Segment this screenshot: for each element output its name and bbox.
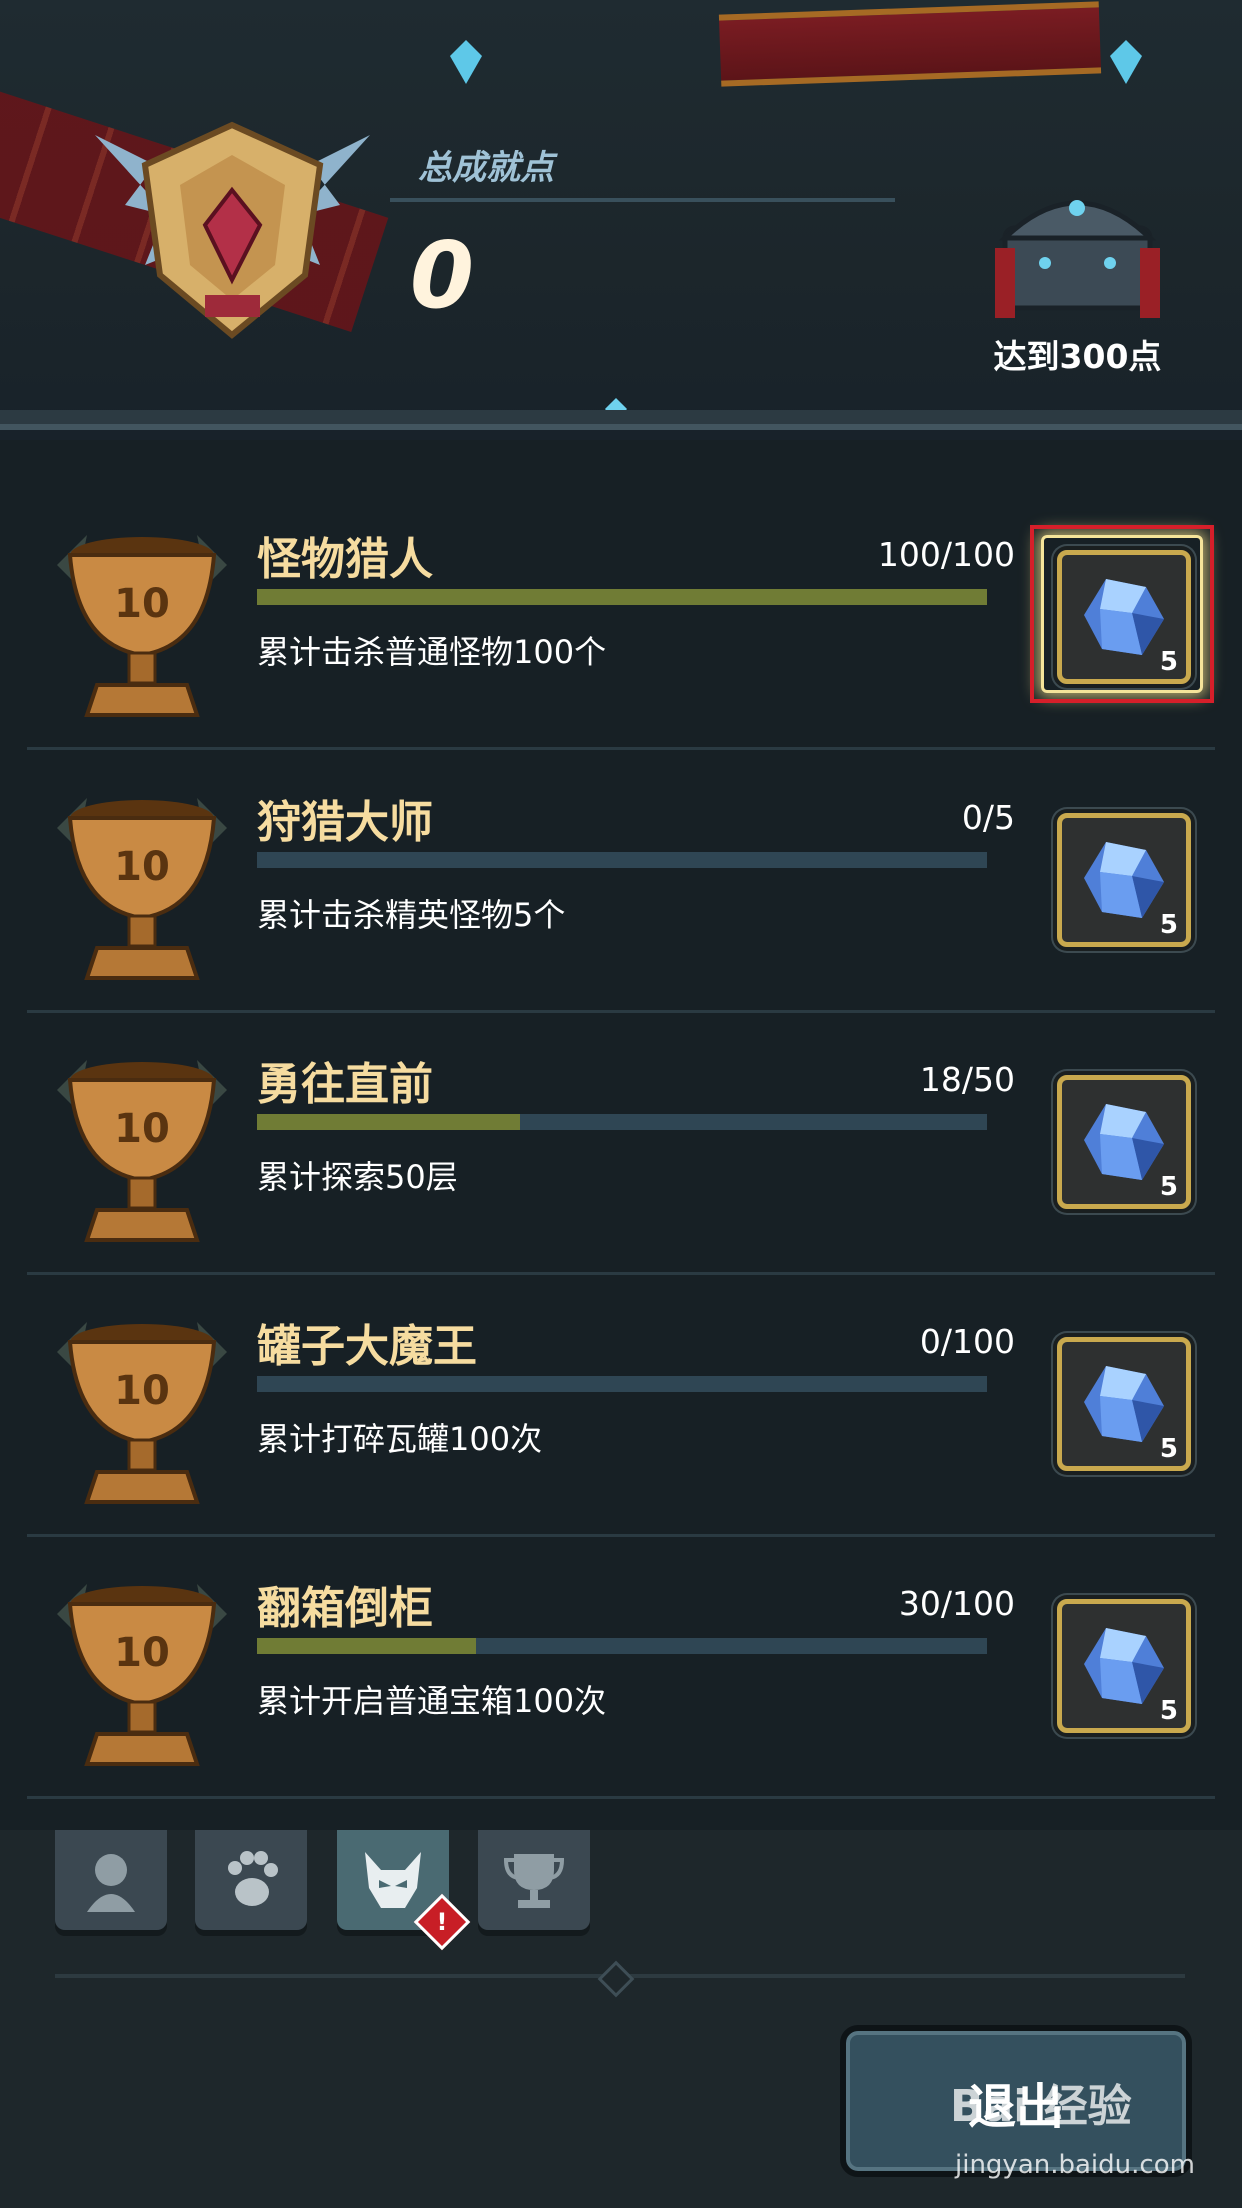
achievement-title: 怪物猎人 [257,534,433,585]
achievement-progress-bar [257,589,987,605]
achievement-title: 狩猎大师 [257,797,433,848]
crystal-icon [450,40,482,84]
blue-gem-icon [1084,1366,1164,1442]
header-frame-border [0,410,1242,430]
total-points-divider [390,198,895,202]
achievement-progress-text: 0/100 [919,1322,1015,1361]
paw-icon [228,1851,278,1906]
bronze-cup-icon: 10 [57,798,227,980]
achievement-description: 累计开启普通宝箱100次 [257,1682,607,1720]
reward-claim-button[interactable]: 5 [1057,1599,1191,1733]
bronze-cup-icon: 10 [57,535,227,717]
progress-bar-fill [257,589,987,605]
achievement-row: 10 翻箱倒柜 30/100 累计开启普通宝箱100次 5 [27,1534,1215,1799]
achievement-progress-bar [257,1638,987,1654]
reward-count: 5 [1159,1172,1178,1202]
achievement-row: 10 狩猎大师 0/5 累计击杀精英怪物5个 5 [27,748,1215,1013]
character-icon [87,1854,135,1912]
crystal-icon [1110,40,1142,84]
reward-claim-button[interactable]: 5 [1057,1075,1191,1209]
header-banner-top [718,1,1102,87]
cup-value: 10 [114,1630,170,1676]
progress-bar-fill [257,1638,476,1654]
bronze-cup-icon: 10 [57,1322,227,1504]
bronze-cup-icon: 10 [57,1584,227,1766]
achievement-progress-bar [257,1114,987,1130]
achievement-progress-text: 100/100 [877,535,1015,574]
tab-character[interactable] [55,1830,167,1930]
total-points-label: 总成就点 [418,148,554,188]
cup-value: 10 [114,1106,170,1152]
monster-icon [365,1852,421,1908]
watermark-brand: Bai 经验 [950,2081,1132,2132]
progress-bar-fill [257,1114,520,1130]
bronze-cup-icon: 10 [57,1060,227,1242]
reward-count: 5 [1159,1434,1178,1464]
achievement-description: 累计击杀普通怪物100个 [257,633,607,671]
reward-count: 5 [1159,910,1178,940]
tab-monsters[interactable]: ! [337,1830,471,1951]
cup-value: 10 [114,1368,170,1414]
divider-ornament [597,1960,635,1998]
achievement-row: 10 怪物猎人 100/100 累计击杀普通怪物100个 5 [27,485,1215,750]
achievement-progress-text: 0/5 [961,798,1015,837]
reward-count: 5 [1159,1696,1178,1726]
cup-value: 10 [114,581,170,627]
blue-gem-icon [1084,1628,1164,1704]
achievement-description: 累计击杀精英怪物5个 [257,896,566,934]
reward-claim-button[interactable]: 5 [1057,1337,1191,1471]
achievement-progress-text: 18/50 [919,1060,1015,1099]
achievement-list: 10 怪物猎人 100/100 累计击杀普通怪物100个 5 10 狩猎大师 0… [0,440,1242,1830]
achievement-title: 翻箱倒柜 [257,1583,433,1634]
achievement-description: 累计打碎瓦罐100次 [257,1420,543,1458]
blue-gem-icon [1084,842,1164,918]
tab-achievements[interactable] [478,1830,590,1930]
chest-requirement-label: 达到300点 [993,337,1162,376]
treasure-chest-icon[interactable] [985,168,1170,318]
achievement-title: 罐子大魔王 [257,1321,477,1372]
achievement-row: 10 勇往直前 18/50 累计探索50层 5 [27,1010,1215,1275]
achievement-header: 总成就点 0 达到300点 [0,0,1242,440]
total-points-value: 0 [410,222,475,329]
achievement-title: 勇往直前 [257,1059,433,1110]
achievement-progress-bar [257,852,987,868]
watermark-url: jingyan.baidu.com [955,2150,1195,2180]
achievement-description: 累计探索50层 [257,1158,458,1196]
achievement-progress-text: 30/100 [898,1584,1015,1623]
achievement-row: 10 罐子大魔王 0/100 累计打碎瓦罐100次 5 [27,1272,1215,1537]
achievement-progress-bar [257,1376,987,1392]
tab-pets[interactable] [195,1830,307,1930]
cup-value: 10 [114,844,170,890]
rank-emblem-icon [95,121,370,339]
highlight-box [1030,525,1214,703]
blue-gem-icon [1084,1104,1164,1180]
trophy-icon [504,1854,564,1908]
reward-claim-button[interactable]: 5 [1057,813,1191,947]
